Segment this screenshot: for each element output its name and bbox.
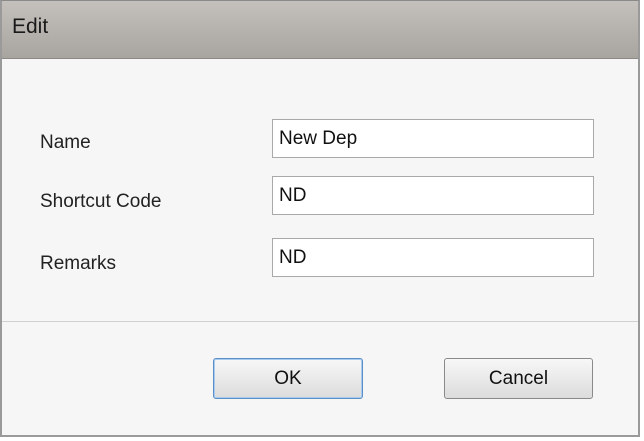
dialog-titlebar[interactable]: Edit — [2, 1, 638, 59]
footer-divider — [2, 321, 638, 322]
remarks-field[interactable] — [272, 238, 594, 277]
edit-dialog: Edit Name Shortcut Code Remarks OK Cance… — [0, 0, 640, 437]
ok-button[interactable]: OK — [213, 358, 363, 399]
remarks-label: Remarks — [40, 253, 117, 274]
shortcut-code-label: Shortcut Code — [40, 191, 162, 212]
shortcut-code-field[interactable] — [272, 176, 594, 215]
cancel-button[interactable]: Cancel — [444, 358, 593, 399]
dialog-title: Edit — [12, 15, 49, 38]
name-label: Name — [40, 132, 91, 153]
name-field[interactable] — [272, 119, 594, 158]
